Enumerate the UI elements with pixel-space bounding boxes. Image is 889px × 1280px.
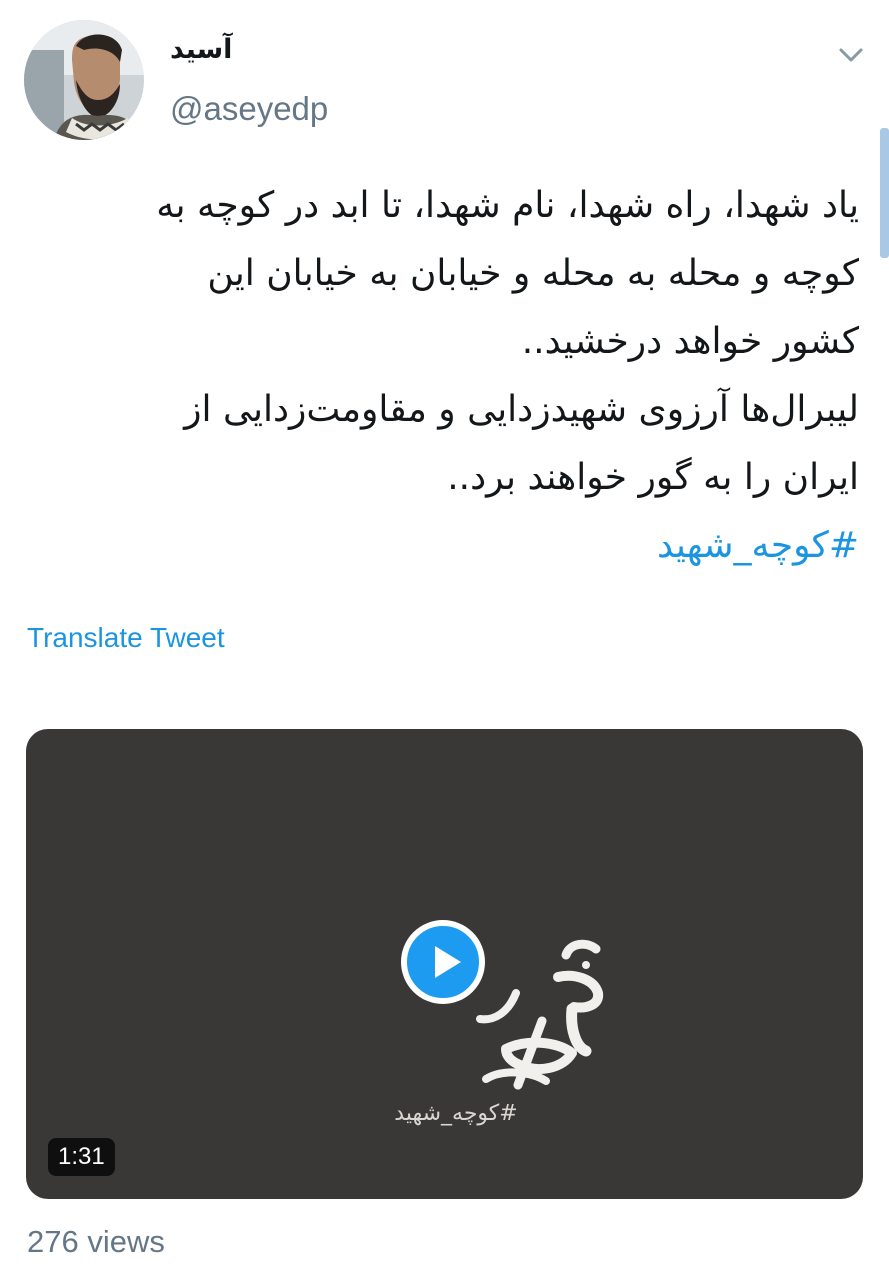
author-handle[interactable]: @aseyedp — [170, 90, 328, 128]
tweet-text: یاد شهدا، راه شهدا، نام شهدا، تا ابد در … — [39, 172, 859, 580]
author-display-name[interactable]: آسید — [170, 34, 232, 65]
chevron-down-icon[interactable] — [836, 40, 866, 70]
tweet-page: آسید @aseyedp یاد شهدا، راه شهدا، نام شه… — [0, 0, 889, 1280]
tweet-line: کشور خواهد درخشید.. — [521, 321, 859, 362]
video-player[interactable]: #کوچه_شهید 1:31 — [26, 729, 863, 1199]
hashtag-link[interactable]: #کوچه_شهید — [39, 512, 859, 580]
scrollbar[interactable] — [880, 128, 889, 258]
play-icon[interactable] — [400, 919, 486, 1005]
tweet-line: یاد شهدا، راه شهدا، نام شهدا، تا ابد در … — [156, 185, 859, 226]
avatar[interactable] — [24, 20, 144, 140]
tweet-line: ایران را به گور خواهند برد.. — [447, 457, 859, 498]
video-duration-badge: 1:31 — [48, 1138, 115, 1176]
tweet-line: کوچه و محله به محله و خیابان به خیابان ا… — [207, 253, 859, 294]
translate-tweet-link[interactable]: Translate Tweet — [27, 622, 225, 654]
tweet-line: لیبرال‌ها آرزوی شهیدزدایی و مقاومت‌زدایی… — [184, 389, 859, 430]
video-overlay-hashtag: #کوچه_شهید — [394, 1101, 518, 1126]
avatar-photo — [24, 20, 144, 140]
view-count: 276 views — [27, 1224, 165, 1259]
